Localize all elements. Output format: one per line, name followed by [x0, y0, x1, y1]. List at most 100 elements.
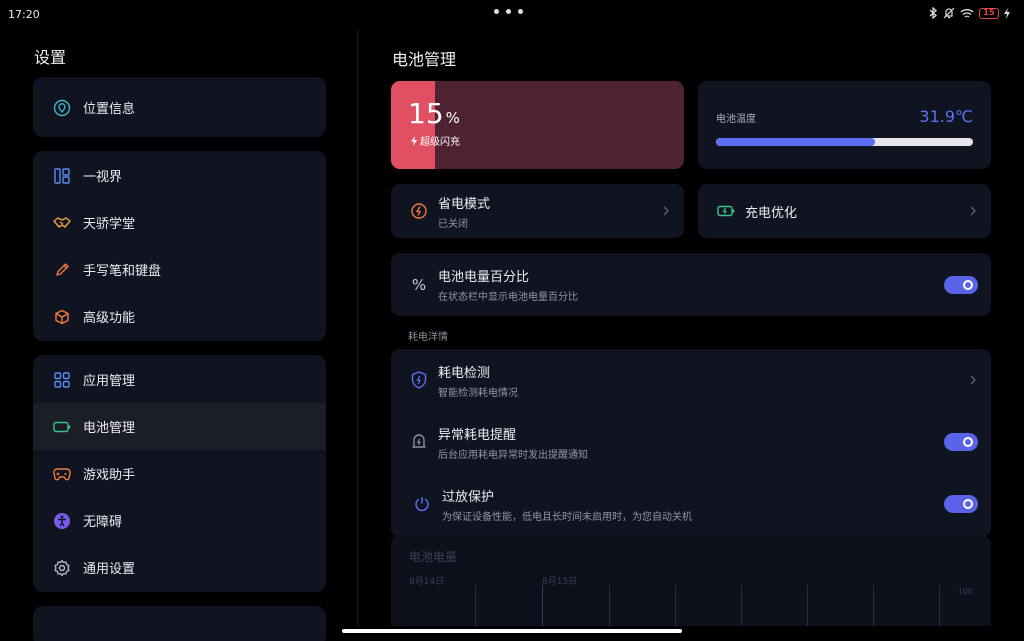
system-icons: 15: [929, 7, 1010, 19]
over-discharge-toggle[interactable]: [944, 495, 978, 513]
sidebar-item-layout[interactable]: 一视界: [33, 152, 326, 199]
power-detection-desc: 智能检测耗电情况: [438, 387, 518, 399]
power-saving-mode-row[interactable]: 省电模式 已关闭: [391, 184, 684, 238]
section-label: 耗电洋情: [408, 332, 448, 343]
sidebar-item-label: 一视界: [83, 170, 123, 185]
sidebar-item-label: 天骄学堂: [83, 217, 136, 232]
power-detection-row[interactable]: 耗电检测 智能检测耗电情况: [391, 349, 991, 411]
chevron-right-icon: [970, 206, 976, 216]
chart-gridline: [609, 585, 610, 626]
battery-percentage-desc: 在状态栏中显示电池电量百分比: [438, 292, 578, 303]
sidebar-item-stylus-keyboard[interactable]: 手写笔和键盘: [33, 246, 326, 293]
sidebar-item-label: 应用管理: [83, 374, 136, 389]
abnormal-drain-title: 异常耗电提醒: [438, 427, 517, 443]
alert-bell-icon: [410, 433, 428, 451]
status-bar: 17:20 15: [0, 0, 1024, 30]
battery-chart-card: 电池电量 8月14日 8月15日 100: [391, 535, 991, 626]
battery-icon: [53, 418, 71, 436]
battery-percentage-toggle[interactable]: [944, 275, 978, 294]
temperature-bar-fill: [716, 138, 876, 146]
settings-sidebar: 设置 位置信息 一视界 天骄学堂 手写笔和键盘 高级功能 应用管理 电池管理 游…: [0, 30, 357, 641]
sidebar-item-label: 手写笔和键盘: [83, 264, 162, 279]
battery-page: 电池管理 15% 超级闪充 电池温度 31.9℃ 省电模式 已关闭 充电优化 %…: [358, 30, 1024, 626]
abnormal-drain-toggle[interactable]: [944, 433, 978, 451]
shield-icon: [410, 371, 428, 389]
gear-icon: [53, 559, 71, 577]
charge-optimization-row[interactable]: 充电优化: [698, 184, 991, 238]
chart-gridline: [675, 585, 676, 626]
cube-icon: [53, 308, 71, 326]
sidebar-item-location[interactable]: 位置信息: [33, 84, 326, 131]
sidebar-item-academy[interactable]: 天骄学堂: [33, 199, 326, 246]
battery-percentage-row[interactable]: % 电池电量百分比 在状态栏中显示电池电量百分比: [391, 253, 991, 316]
chart-gridline: [873, 585, 874, 626]
charging-battery-icon: [717, 202, 735, 220]
power-detection-title: 耗电检测: [438, 365, 491, 381]
chart-gridline: [807, 585, 808, 626]
sidebar-title: 设置: [34, 48, 67, 67]
sidebar-item-label: 无障碍: [83, 515, 123, 530]
temperature-label: 电池温度: [716, 114, 756, 125]
page-title: 电池管理: [392, 50, 457, 69]
home-indicator[interactable]: [342, 629, 682, 633]
battery-status-icon: 15: [979, 7, 999, 19]
chart-title: 电池电量: [409, 550, 458, 564]
chevron-right-icon: [663, 206, 669, 216]
gamepad-icon: [53, 465, 71, 483]
temperature-bar: [716, 138, 973, 146]
charge-optimization-title: 充电优化: [745, 205, 798, 221]
power-saving-status: 已关闭: [438, 218, 468, 230]
percent-icon: %: [411, 275, 427, 294]
pen-icon: [53, 261, 71, 279]
apps-grid-icon: [53, 371, 71, 389]
chart-gridline: [475, 585, 476, 626]
over-discharge-title: 过放保护: [442, 489, 495, 505]
abnormal-drain-desc: 后台应用耗电异常时发出提醒通知: [438, 449, 588, 461]
multitask-dots[interactable]: [494, 9, 523, 14]
status-time: 17:20: [8, 8, 40, 21]
sidebar-group-2: 一视界 天骄学堂 手写笔和键盘 高级功能: [33, 151, 326, 341]
power-saving-icon: [410, 202, 428, 220]
chart-date-label: 8月14日: [409, 577, 445, 587]
chart-gridline: [741, 585, 742, 626]
sidebar-item-accessibility[interactable]: 无障碍: [33, 497, 326, 544]
sidebar-item-label: 游戏助手: [83, 468, 136, 483]
sidebar-group-3: 应用管理 电池管理 游戏助手 无障碍 通用设置: [33, 355, 326, 592]
sidebar-item-advanced[interactable]: 高级功能: [33, 293, 326, 340]
over-discharge-desc: 为保证设备性能，低电且长时间未启用时，为您自动关机: [442, 511, 692, 523]
chart-gridline: [939, 585, 940, 626]
sidebar-item-label: 高级功能: [83, 311, 136, 326]
sidebar-item-label: 电池管理: [83, 421, 136, 436]
bluetooth-icon: [929, 7, 937, 19]
battery-temperature-card: 电池温度 31.9℃: [698, 81, 991, 169]
chart-day-divider: [542, 585, 543, 626]
battery-level-value: 15%: [408, 97, 460, 130]
charging-bolt-icon: [411, 135, 417, 146]
layout-icon: [53, 167, 71, 185]
over-discharge-row[interactable]: 过放保护 为保证设备性能，低电且长时间未启用时，为您自动关机: [391, 473, 991, 535]
sidebar-item-label: 通用设置: [83, 562, 136, 577]
power-details-card: 耗电检测 智能检测耗电情况 异常耗电提醒 后台应用耗电异常时发出提醒通知 过放保…: [391, 349, 991, 537]
sidebar-item-game[interactable]: 游戏助手: [33, 450, 326, 497]
sidebar-item-general[interactable]: 通用设置: [33, 544, 326, 591]
abnormal-drain-alert-row[interactable]: 异常耗电提醒 后台应用耗电异常时发出提醒通知: [391, 411, 991, 473]
sidebar-item-label: 位置信息: [83, 102, 136, 117]
chart-date-label: 8月15日: [542, 577, 578, 587]
battery-level-card: 15% 超级闪充: [391, 81, 684, 169]
accessibility-icon: [53, 512, 71, 530]
charging-bolt-icon: [1004, 7, 1010, 19]
handshake-icon: [53, 214, 71, 232]
sidebar-group-1: 位置信息: [33, 77, 326, 137]
battery-percentage-title: 电池电量百分比: [438, 270, 530, 285]
fast-charge-label: 超级闪充: [411, 133, 460, 148]
power-saving-title: 省电模式: [438, 196, 491, 212]
power-icon: [413, 495, 431, 513]
sidebar-group-4: [33, 606, 326, 641]
location-pin-icon: [53, 99, 71, 117]
wifi-icon: [960, 8, 974, 18]
sidebar-item-battery[interactable]: 电池管理: [33, 403, 326, 450]
chart-axis-max: 100: [957, 587, 973, 596]
mute-bell-icon: [943, 7, 955, 19]
sidebar-item-apps[interactable]: 应用管理: [33, 356, 326, 403]
temperature-value: 31.9℃: [919, 107, 973, 126]
